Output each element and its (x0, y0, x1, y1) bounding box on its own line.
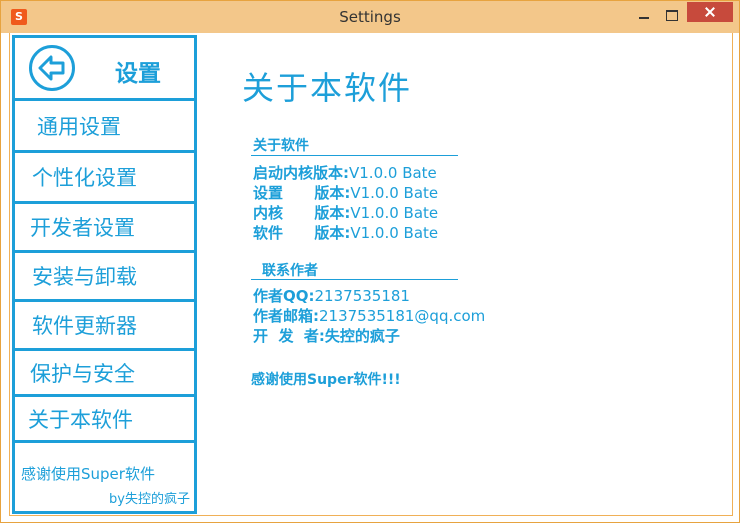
sidebar-author-text: by失控的疯子 (109, 492, 190, 507)
version-value: V1.0.0 Bate (350, 184, 439, 202)
sidebar-item-label: 软件更新器 (32, 314, 137, 338)
settings-window: S Settings 设置 通用设置 个性化设置 开发者设置 安装与卸载 软件更… (0, 0, 740, 523)
version-label: 设置 版本: (253, 184, 351, 202)
version-value: V1.0.0 Bate (350, 204, 439, 222)
version-row: 软件 版本:V1.0.0 Bate (253, 222, 438, 243)
close-button[interactable] (687, 2, 733, 22)
version-label: 内核 版本: (253, 204, 351, 222)
sidebar-item-install-uninstall[interactable]: 安装与卸载 (15, 253, 194, 302)
sidebar-item-security[interactable]: 保护与安全 (15, 351, 194, 397)
version-label: 启动内核版本: (253, 164, 349, 182)
thanks-message: 感谢使用Super软件!!! (251, 372, 401, 388)
contact-label: 开 发 者: (253, 327, 325, 345)
title-bar[interactable]: S Settings (1, 1, 739, 33)
contact-value: 2137535181@qq.com (319, 307, 486, 325)
about-panel: 关于本软件 关于软件 启动内核版本:V1.0.0 Bate 设置 版本:V1.0… (200, 33, 732, 514)
contact-row: 开 发 者:失控的疯子 (253, 325, 400, 346)
version-row: 设置 版本:V1.0.0 Bate (253, 182, 438, 203)
sidebar-item-general[interactable]: 通用设置 (15, 101, 194, 153)
sidebar-thanks-text: 感谢使用Super软件 (21, 465, 155, 483)
sidebar-item-about[interactable]: 关于本软件 (15, 397, 194, 443)
sidebar-item-label: 开发者设置 (30, 216, 135, 240)
sidebar-item-label: 个性化设置 (32, 166, 137, 190)
contact-value: 2137535181 (314, 287, 410, 305)
version-value: V1.0.0 Bate (349, 164, 437, 182)
contact-label: 作者QQ: (253, 287, 315, 305)
sidebar-item-label: 通用设置 (37, 114, 121, 139)
minimize-button[interactable] (631, 3, 657, 25)
sidebar: 设置 通用设置 个性化设置 开发者设置 安装与卸载 软件更新器 保护与安全 关于… (12, 35, 197, 514)
sidebar-item-updater[interactable]: 软件更新器 (15, 302, 194, 351)
contact-row: 作者邮箱:2137535181@qq.com (253, 305, 485, 326)
version-row: 内核 版本:V1.0.0 Bate (253, 202, 438, 223)
sidebar-item-developer[interactable]: 开发者设置 (15, 204, 194, 253)
about-section-heading: 关于软件 (253, 138, 309, 154)
contact-row: 作者QQ:2137535181 (253, 285, 410, 306)
version-row: 启动内核版本:V1.0.0 Bate (253, 162, 437, 183)
sidebar-header: 设置 (15, 38, 194, 101)
sidebar-title: 设置 (115, 61, 161, 87)
sidebar-item-label: 保护与安全 (30, 361, 135, 386)
window-title: Settings (339, 8, 401, 26)
about-section-divider (251, 155, 458, 156)
contact-section-divider (251, 279, 458, 280)
back-arrow-icon[interactable] (29, 45, 75, 91)
version-label: 软件 版本: (253, 224, 351, 242)
version-value: V1.0.0 Bate (350, 224, 439, 242)
contact-label: 作者邮箱: (253, 307, 319, 325)
contact-value: 失控的疯子 (324, 327, 400, 345)
page-title: 关于本软件 (242, 69, 413, 107)
sidebar-item-personalization[interactable]: 个性化设置 (15, 153, 194, 204)
maximize-button[interactable] (658, 3, 684, 25)
sidebar-item-label: 安装与卸载 (32, 265, 137, 289)
sidebar-footer: 感谢使用Super软件 by失控的疯子 (15, 443, 194, 511)
client-area: 设置 通用设置 个性化设置 开发者设置 安装与卸载 软件更新器 保护与安全 关于… (9, 33, 733, 516)
sidebar-item-label: 关于本软件 (28, 407, 133, 432)
